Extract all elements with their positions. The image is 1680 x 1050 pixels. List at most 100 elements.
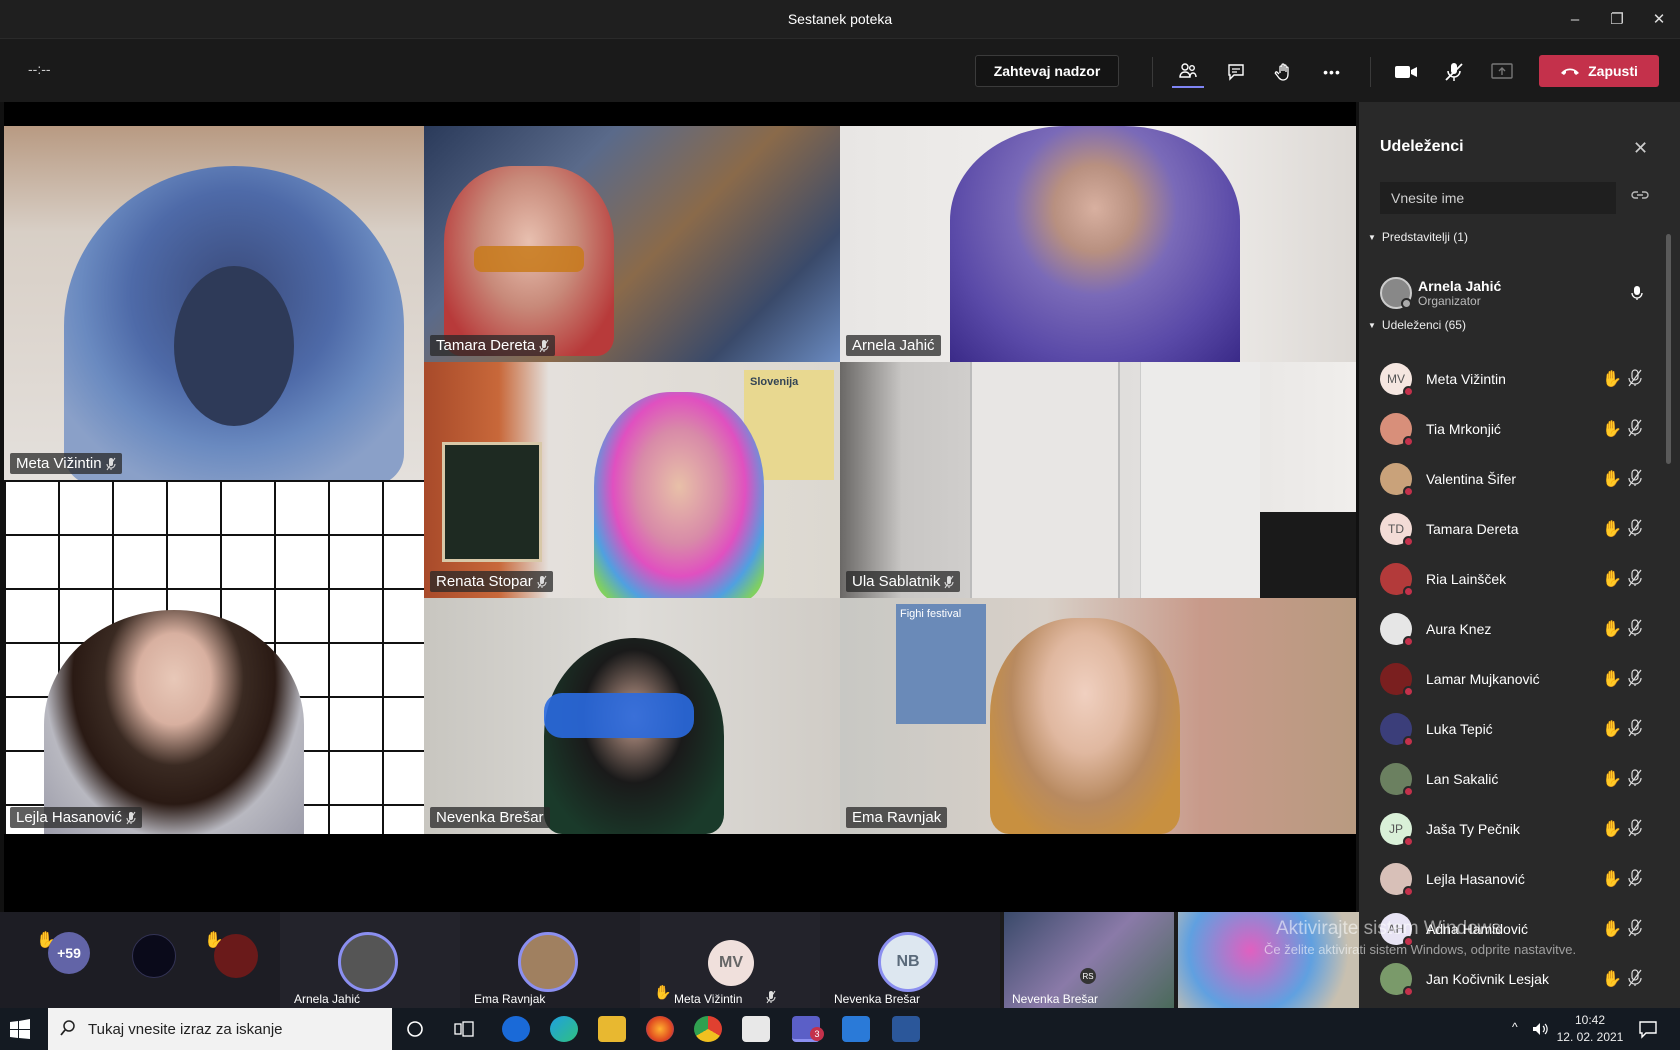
overflow-count-badge[interactable]: +59 bbox=[48, 932, 90, 974]
mic-muted-icon[interactable] bbox=[1628, 419, 1642, 437]
strip-participant[interactable]: Ema Ravnjak bbox=[460, 912, 640, 1008]
share-screen-icon[interactable] bbox=[1486, 56, 1518, 88]
task-view-icon[interactable] bbox=[454, 1020, 474, 1038]
mic-muted-icon[interactable] bbox=[1628, 619, 1642, 637]
system-clock[interactable]: 10:42 12. 02. 2021 bbox=[1555, 1012, 1625, 1046]
participant-row[interactable]: MV Meta Vižintin ✋ bbox=[1380, 354, 1660, 404]
strip-name: Nevenka Brešar bbox=[834, 992, 921, 1006]
mic-muted-icon[interactable] bbox=[1628, 819, 1642, 837]
camera-icon[interactable] bbox=[1390, 56, 1422, 88]
chevron-up-icon[interactable]: ^ bbox=[1512, 1020, 1518, 1034]
close-icon[interactable]: ✕ bbox=[1633, 138, 1648, 159]
attendees-section-header[interactable]: ▼ Udeleženci (65) bbox=[1368, 318, 1466, 332]
avatar bbox=[1380, 663, 1414, 697]
video-tile[interactable]: Slovenija Renata Stopar bbox=[424, 362, 840, 598]
more-actions-icon[interactable]: ••• bbox=[1316, 56, 1348, 88]
raised-hand-icon: ✋ bbox=[1602, 821, 1622, 838]
mic-muted-icon[interactable] bbox=[1628, 519, 1642, 537]
participant-row[interactable]: Valentina Šifer ✋ bbox=[1380, 454, 1660, 504]
request-control-button[interactable]: Zahtevaj nadzor bbox=[975, 55, 1119, 87]
organizer-role: Organizator bbox=[1418, 294, 1481, 308]
strip-participant[interactable]: MV ✋ Meta Vižintin bbox=[640, 912, 820, 1008]
mic-muted-icon[interactable] bbox=[1628, 719, 1642, 737]
raised-hand-icon: ✋ bbox=[1602, 371, 1622, 388]
mic-muted-icon[interactable] bbox=[1628, 869, 1642, 887]
video-tile[interactable]: Ula Sablatnik bbox=[840, 362, 1356, 598]
minimize-button[interactable]: – bbox=[1554, 0, 1596, 38]
mic-muted-icon[interactable] bbox=[1628, 919, 1642, 937]
teams-icon[interactable]: 3 bbox=[792, 1016, 824, 1042]
mic-muted-icon[interactable] bbox=[1628, 469, 1642, 487]
participant-row[interactable]: Tia Mrkonjić ✋ bbox=[1380, 404, 1660, 454]
participants-icon[interactable] bbox=[1172, 56, 1204, 88]
face-shape bbox=[174, 266, 294, 426]
video-tile[interactable]: Fighi festival Ema Ravnjak bbox=[840, 598, 1356, 834]
mic-muted-icon[interactable] bbox=[1628, 369, 1642, 387]
video-tile[interactable]: Lejla Hasanović bbox=[4, 480, 424, 834]
participant-name: Lan Sakalić bbox=[1426, 771, 1499, 787]
maximize-button[interactable]: ❐ bbox=[1596, 0, 1638, 38]
toolbar-divider bbox=[1370, 57, 1371, 87]
notifications-icon[interactable] bbox=[1638, 1019, 1658, 1039]
raised-hand-icon: ✋ bbox=[1602, 921, 1622, 938]
video-tile[interactable]: Nevenka Brešar bbox=[424, 598, 840, 834]
share-invite-icon[interactable] bbox=[1631, 188, 1649, 202]
scrollbar[interactable] bbox=[1666, 234, 1671, 464]
participant-name: Meta Vižintin bbox=[1426, 371, 1506, 387]
participant-name-tag: Ula Sablatnik bbox=[846, 571, 961, 592]
participant-name: Tia Mrkonjić bbox=[1426, 421, 1501, 437]
screen-share-thumbnail[interactable]: RS Nevenka Brešar bbox=[1004, 912, 1174, 1008]
volume-icon[interactable] bbox=[1532, 1021, 1548, 1037]
presenters-section-header[interactable]: ▼ Predstavitelji (1) bbox=[1368, 230, 1468, 244]
video-tile[interactable]: Arnela Jahić bbox=[840, 126, 1356, 362]
mic-muted-icon[interactable] bbox=[1628, 969, 1642, 987]
mic-icon bbox=[1631, 286, 1643, 300]
strip-participant[interactable]: Arnela Jahić bbox=[280, 912, 460, 1008]
raise-hand-icon[interactable] bbox=[1268, 56, 1300, 88]
firefox-icon[interactable] bbox=[646, 1016, 674, 1042]
raised-hand-icon: ✋ bbox=[1602, 621, 1622, 638]
close-window-button[interactable]: ✕ bbox=[1638, 0, 1680, 38]
mic-muted-icon[interactable] bbox=[1628, 769, 1642, 787]
video-stage: Meta Vižintin Tamara Dereta Arnela Jahić… bbox=[4, 102, 1356, 912]
store-icon[interactable] bbox=[742, 1016, 770, 1042]
participant-row[interactable]: Lamar Mujkanović ✋ bbox=[1380, 654, 1660, 704]
overflow-tile[interactable]: ✋ +59 ✋ bbox=[0, 912, 280, 1008]
phone-hangup-icon bbox=[1561, 68, 1580, 75]
participant-row-organizer[interactable]: Arnela Jahić Organizator bbox=[1380, 268, 1660, 318]
windows-start-icon[interactable] bbox=[10, 1019, 30, 1039]
cortana-icon[interactable] bbox=[406, 1020, 424, 1038]
participant-name-tag: Nevenka Brešar bbox=[430, 807, 550, 828]
mic-muted-icon[interactable] bbox=[1628, 669, 1642, 687]
participant-row[interactable]: Jan Kočivnik Lesjak ✋ bbox=[1380, 954, 1660, 1004]
word-icon[interactable] bbox=[892, 1016, 920, 1042]
participant-search-input[interactable] bbox=[1380, 182, 1616, 214]
raised-hand-icon: ✋ bbox=[1602, 671, 1622, 688]
file-explorer-icon[interactable] bbox=[598, 1016, 626, 1042]
organizer-name: Arnela Jahić bbox=[1418, 278, 1502, 294]
edge-icon[interactable] bbox=[550, 1016, 578, 1042]
participant-row[interactable]: JP Jaša Ty Pečnik ✋ bbox=[1380, 804, 1660, 854]
teamviewer-icon[interactable] bbox=[502, 1016, 530, 1042]
participant-name: Jaša Ty Pečnik bbox=[1426, 821, 1520, 837]
participant-row[interactable]: Luka Tepić ✋ bbox=[1380, 704, 1660, 754]
video-tile[interactable]: Tamara Dereta bbox=[424, 126, 840, 362]
participant-row[interactable]: TD Tamara Dereta ✋ bbox=[1380, 504, 1660, 554]
chat-icon[interactable] bbox=[1220, 56, 1252, 88]
chrome-icon[interactable] bbox=[694, 1016, 722, 1042]
participant-row[interactable]: Lan Sakalić ✋ bbox=[1380, 754, 1660, 804]
participant-row[interactable]: Lejla Hasanović ✋ bbox=[1380, 854, 1660, 904]
mic-muted-icon[interactable] bbox=[1438, 56, 1470, 88]
mic-muted-icon[interactable] bbox=[1628, 569, 1642, 587]
participant-row[interactable]: Ria Lainšček ✋ bbox=[1380, 554, 1660, 604]
taskbar-search-box[interactable]: Tukaj vnesite izraz za iskanje bbox=[48, 1008, 392, 1050]
festival-poster-text: Fighi festival bbox=[900, 608, 962, 620]
video-tile[interactable]: Meta Vižintin bbox=[4, 126, 424, 480]
strip-participant[interactable]: NB Nevenka Brešar bbox=[820, 912, 1000, 1008]
hangup-button[interactable]: Zapusti bbox=[1539, 55, 1659, 87]
share-label: Nevenka Brešar bbox=[1012, 992, 1099, 1006]
meeting-timer: --:-- bbox=[28, 61, 51, 77]
photos-icon[interactable] bbox=[842, 1016, 870, 1042]
participant-name: Jan Kočivnik Lesjak bbox=[1426, 971, 1549, 987]
participant-row[interactable]: Aura Knez ✋ bbox=[1380, 604, 1660, 654]
